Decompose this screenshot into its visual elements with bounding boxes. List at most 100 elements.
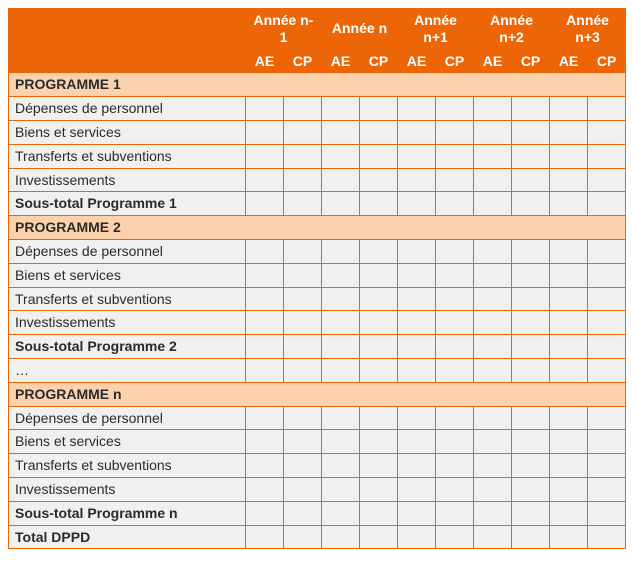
value-cell xyxy=(474,239,512,263)
value-cell xyxy=(512,144,550,168)
subtotal-value-cell xyxy=(474,501,512,525)
value-cell xyxy=(588,239,626,263)
value-cell xyxy=(436,477,474,501)
value-cell xyxy=(284,311,322,335)
table-row: Investissements xyxy=(9,311,626,335)
table-row: Investissements xyxy=(9,477,626,501)
table-row: Sous-total Programme n xyxy=(9,501,626,525)
grand-total-value-cell xyxy=(512,525,550,549)
value-cell xyxy=(512,120,550,144)
subtotal-value-cell xyxy=(550,192,588,216)
header-sub: AE xyxy=(550,49,588,73)
grand-total-value-cell xyxy=(246,525,284,549)
value-cell xyxy=(436,406,474,430)
value-cell xyxy=(322,358,360,382)
value-cell xyxy=(360,430,398,454)
header-year: Année n+1 xyxy=(398,9,474,50)
value-cell xyxy=(246,97,284,121)
value-cell xyxy=(360,144,398,168)
value-cell xyxy=(512,430,550,454)
table-row: Total DPPD xyxy=(9,525,626,549)
value-cell xyxy=(246,168,284,192)
value-cell xyxy=(588,120,626,144)
value-cell xyxy=(398,406,436,430)
table-row: Transferts et subventions xyxy=(9,454,626,478)
value-cell xyxy=(398,168,436,192)
program-header-label: PROGRAMME 1 xyxy=(9,73,626,97)
subtotal-value-cell xyxy=(284,335,322,359)
subtotal-value-cell xyxy=(246,335,284,359)
value-cell xyxy=(436,287,474,311)
grand-total-label: Total DPPD xyxy=(9,525,246,549)
subtotal-value-cell xyxy=(512,335,550,359)
value-cell xyxy=(474,287,512,311)
value-cell xyxy=(512,454,550,478)
value-cell xyxy=(360,97,398,121)
value-cell xyxy=(550,168,588,192)
value-cell xyxy=(246,311,284,335)
value-cell xyxy=(322,430,360,454)
row-label: Dépenses de personnel xyxy=(9,406,246,430)
value-cell xyxy=(588,287,626,311)
value-cell xyxy=(474,97,512,121)
subtotal-value-cell xyxy=(474,192,512,216)
value-cell xyxy=(436,358,474,382)
value-cell xyxy=(588,406,626,430)
value-cell xyxy=(284,430,322,454)
subtotal-value-cell xyxy=(436,192,474,216)
value-cell xyxy=(474,144,512,168)
value-cell xyxy=(398,120,436,144)
header-year: Année n+2 xyxy=(474,9,550,50)
row-label: Biens et services xyxy=(9,120,246,144)
table-row: Biens et services xyxy=(9,430,626,454)
subtotal-value-cell xyxy=(284,501,322,525)
value-cell xyxy=(436,430,474,454)
value-cell xyxy=(474,358,512,382)
table-row: Dépenses de personnel xyxy=(9,239,626,263)
value-cell xyxy=(512,263,550,287)
value-cell xyxy=(398,477,436,501)
value-cell xyxy=(474,406,512,430)
value-cell xyxy=(322,120,360,144)
value-cell xyxy=(246,477,284,501)
grand-total-value-cell xyxy=(284,525,322,549)
value-cell xyxy=(588,144,626,168)
value-cell xyxy=(398,358,436,382)
value-cell xyxy=(512,287,550,311)
value-cell xyxy=(360,406,398,430)
value-cell xyxy=(322,311,360,335)
value-cell xyxy=(246,454,284,478)
program-header-row: PROGRAMME 2 xyxy=(9,216,626,240)
value-cell xyxy=(436,144,474,168)
value-cell xyxy=(474,477,512,501)
row-label: Transferts et subventions xyxy=(9,454,246,478)
value-cell xyxy=(512,477,550,501)
value-cell xyxy=(398,287,436,311)
value-cell xyxy=(550,406,588,430)
value-cell xyxy=(360,287,398,311)
table-row: Sous-total Programme 1 xyxy=(9,192,626,216)
header-year-label: Année n xyxy=(332,20,387,36)
value-cell xyxy=(436,239,474,263)
subtotal-value-cell xyxy=(398,501,436,525)
header-sub: CP xyxy=(284,49,322,73)
value-cell xyxy=(436,311,474,335)
value-cell xyxy=(284,287,322,311)
subtotal-value-cell xyxy=(322,501,360,525)
value-cell xyxy=(436,97,474,121)
value-cell xyxy=(474,430,512,454)
value-cell xyxy=(398,430,436,454)
header-year: Année n-1 xyxy=(246,9,322,50)
value-cell xyxy=(550,477,588,501)
value-cell xyxy=(512,239,550,263)
subtotal-value-cell xyxy=(512,501,550,525)
subtotal-value-cell xyxy=(398,335,436,359)
value-cell xyxy=(284,477,322,501)
value-cell xyxy=(322,406,360,430)
value-cell xyxy=(360,454,398,478)
grand-total-value-cell xyxy=(398,525,436,549)
value-cell xyxy=(436,120,474,144)
subtotal-value-cell xyxy=(360,192,398,216)
value-cell xyxy=(550,454,588,478)
value-cell xyxy=(246,430,284,454)
